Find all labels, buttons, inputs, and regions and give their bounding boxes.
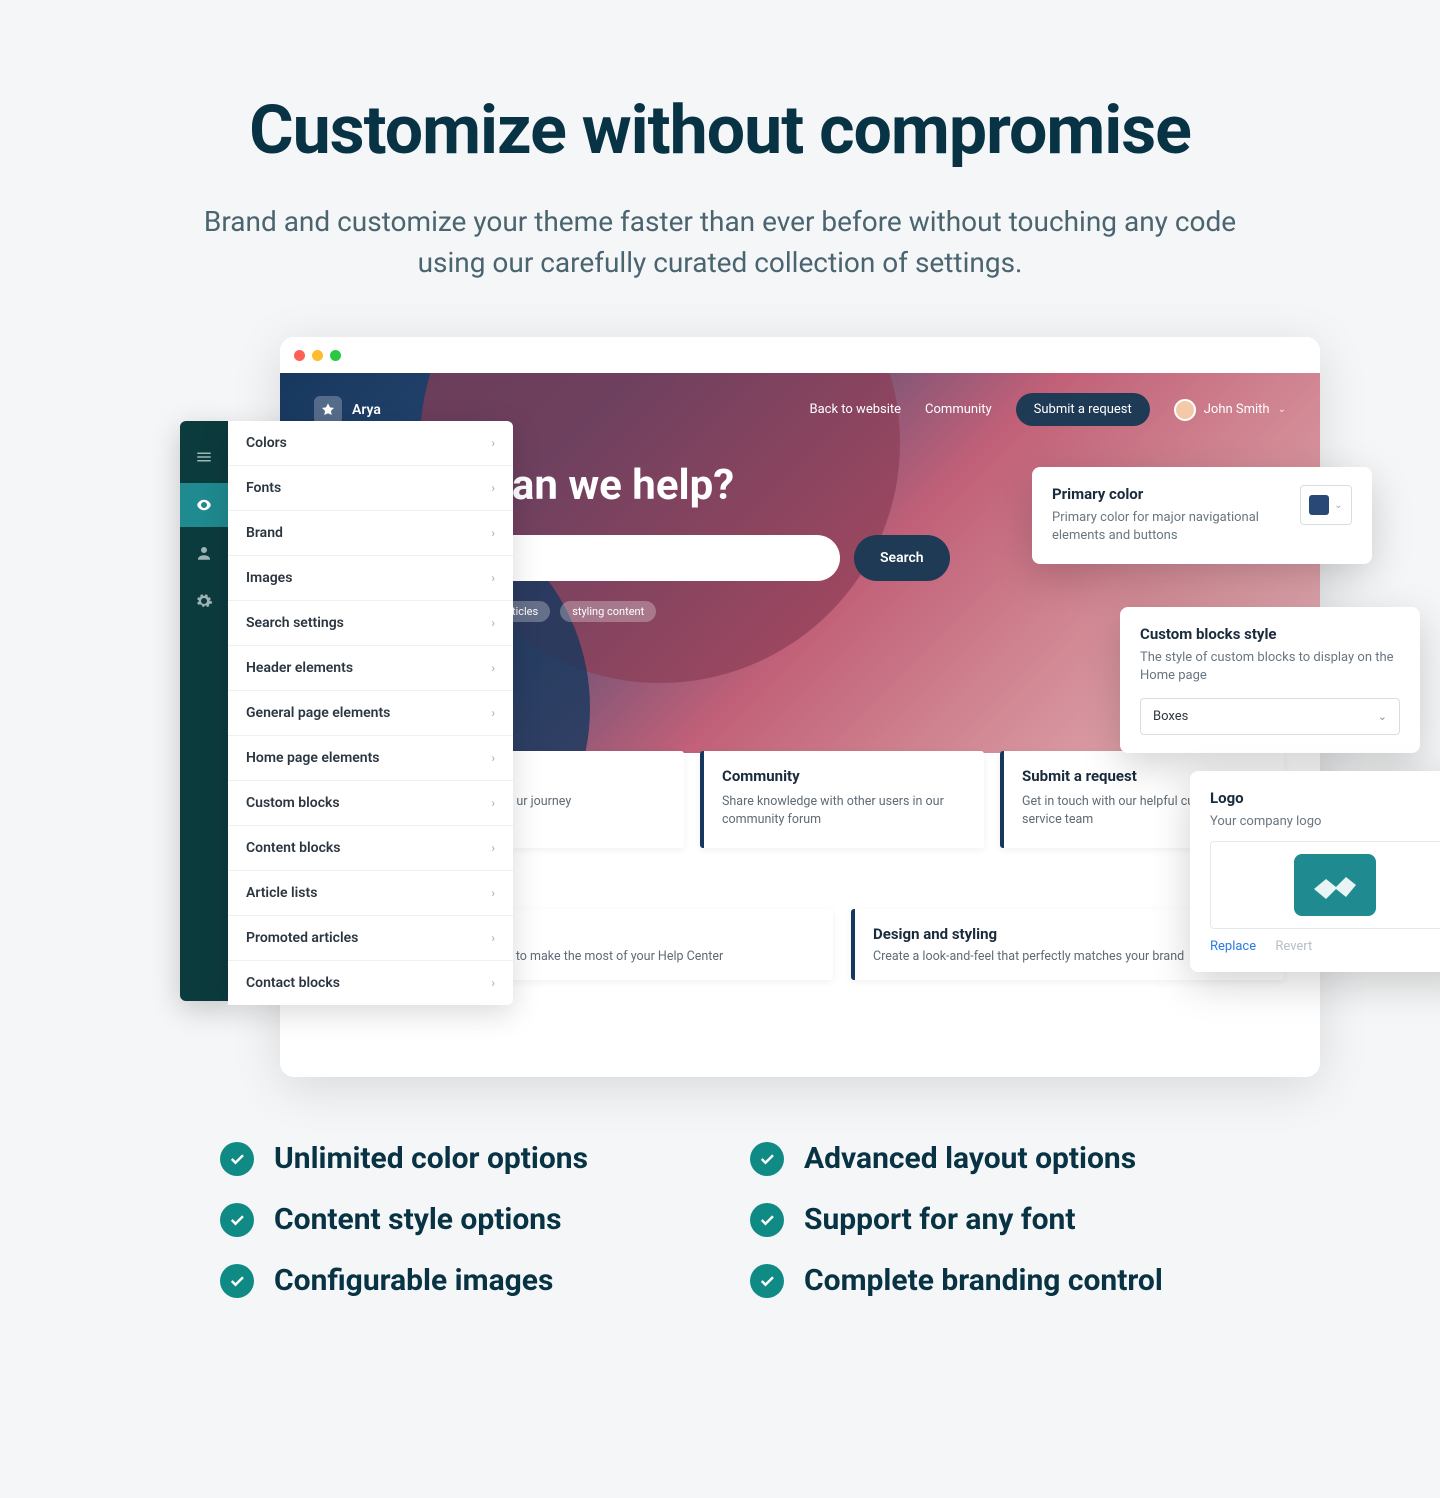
popover-desc: Your company logo [1210,813,1440,831]
chevron-right-icon: › [491,976,495,990]
chevron-down-icon: ⌄ [1278,404,1286,415]
chevron-down-icon: ⌄ [1334,500,1342,511]
category-row: ted Understand how to make the most of y… [400,909,1284,980]
search-button[interactable]: Search [854,535,950,581]
setting-row-images[interactable]: Images› [228,556,513,601]
info-card[interactable]: Community Share knowledge with other use… [700,751,984,848]
popover-desc: The style of custom blocks to display on… [1140,649,1400,685]
info-cards-row: ted ning you need to ur journey Communit… [400,751,1284,848]
popover-desc: Primary color for major navigational ele… [1052,509,1286,545]
chevron-right-icon: › [491,931,495,945]
nav-link-back[interactable]: Back to website [810,402,902,417]
logo-image [1294,854,1376,916]
check-icon [220,1142,254,1176]
setting-row-fonts[interactable]: Fonts› [228,466,513,511]
nav-link-community[interactable]: Community [925,402,992,417]
feature-item: Unlimited color options [220,1141,690,1176]
info-card-body: Share knowledge with other users in our … [722,793,966,828]
blocks-style-select[interactable]: Boxes ⌄ [1140,698,1400,735]
color-swatch [1309,495,1329,515]
window-min-dot [312,350,323,361]
settings-panel: Colors› Fonts› Brand› Images› Search set… [228,421,513,1005]
check-icon [220,1203,254,1237]
chevron-right-icon: › [491,436,495,450]
setting-row-promoted[interactable]: Promoted articles› [228,916,513,961]
feature-item: Complete branding control [750,1263,1220,1298]
user-name: John Smith [1204,402,1270,417]
popover-primary-color: Primary color Primary color for major na… [1032,467,1372,563]
check-icon [750,1264,784,1298]
avatar [1174,399,1196,421]
setting-row-colors[interactable]: Colors› [228,421,513,466]
setting-row-home[interactable]: Home page elements› [228,736,513,781]
hero-question: can we help? [490,461,734,510]
rail-preview-icon[interactable] [180,483,228,527]
popover-title: Custom blocks style [1140,625,1400,643]
rail-users-icon[interactable] [180,531,228,575]
check-icon [750,1142,784,1176]
setting-row-search[interactable]: Search settings› [228,601,513,646]
window-close-dot [294,350,305,361]
illustration-area: Arya Back to website Community Submit a … [180,337,1260,1097]
search-input[interactable] [490,535,840,581]
replace-button[interactable]: Replace [1210,939,1256,954]
setting-row-general[interactable]: General page elements› [228,691,513,736]
chevron-right-icon: › [491,616,495,630]
brand-logo-icon [314,396,342,424]
popover-title: Primary color [1052,485,1286,503]
brand-name: Arya [352,402,381,418]
info-card-title: Community [722,767,966,785]
feature-item: Content style options [220,1202,690,1237]
chevron-down-icon: ⌄ [1378,710,1387,723]
setting-row-header[interactable]: Header elements› [228,646,513,691]
suggestion-tag[interactable]: styling content [560,601,656,622]
feature-item: Support for any font [750,1202,1220,1237]
popover-logo: Logo Your company logo Replace Revert [1190,771,1440,972]
setting-row-content-blocks[interactable]: Content blocks› [228,826,513,871]
chevron-right-icon: › [491,886,495,900]
editor-sidebar [180,421,228,1001]
setting-row-article-lists[interactable]: Article lists› [228,871,513,916]
check-icon [750,1203,784,1237]
color-picker[interactable]: ⌄ [1300,485,1352,525]
hero-title: Customize without compromise [0,90,1440,170]
chevron-right-icon: › [491,751,495,765]
setting-row-contact[interactable]: Contact blocks› [228,961,513,1005]
chevron-right-icon: › [491,526,495,540]
nav-submit-request-button[interactable]: Submit a request [1016,393,1150,426]
popover-custom-blocks: Custom blocks style The style of custom … [1120,607,1420,752]
chevron-right-icon: › [491,661,495,675]
feature-item: Configurable images [220,1263,690,1298]
chevron-right-icon: › [491,841,495,855]
user-menu[interactable]: John Smith ⌄ [1174,399,1286,421]
check-icon [220,1264,254,1298]
browser-titlebar [280,337,1320,373]
popover-title: Logo [1210,789,1440,807]
chevron-right-icon: › [491,481,495,495]
setting-row-brand[interactable]: Brand› [228,511,513,556]
setting-row-custom-blocks[interactable]: Custom blocks› [228,781,513,826]
rail-settings-icon[interactable] [180,579,228,623]
hero-subtitle: Brand and customize your theme faster th… [195,202,1245,283]
window-max-dot [330,350,341,361]
logo-preview [1210,841,1440,929]
revert-button[interactable]: Revert [1275,939,1312,954]
chevron-right-icon: › [491,706,495,720]
chevron-right-icon: › [491,571,495,585]
chevron-right-icon: › [491,796,495,810]
feature-list: Unlimited color options Advanced layout … [180,1141,1260,1298]
feature-item: Advanced layout options [750,1141,1220,1176]
rail-menu-icon[interactable] [180,435,228,479]
